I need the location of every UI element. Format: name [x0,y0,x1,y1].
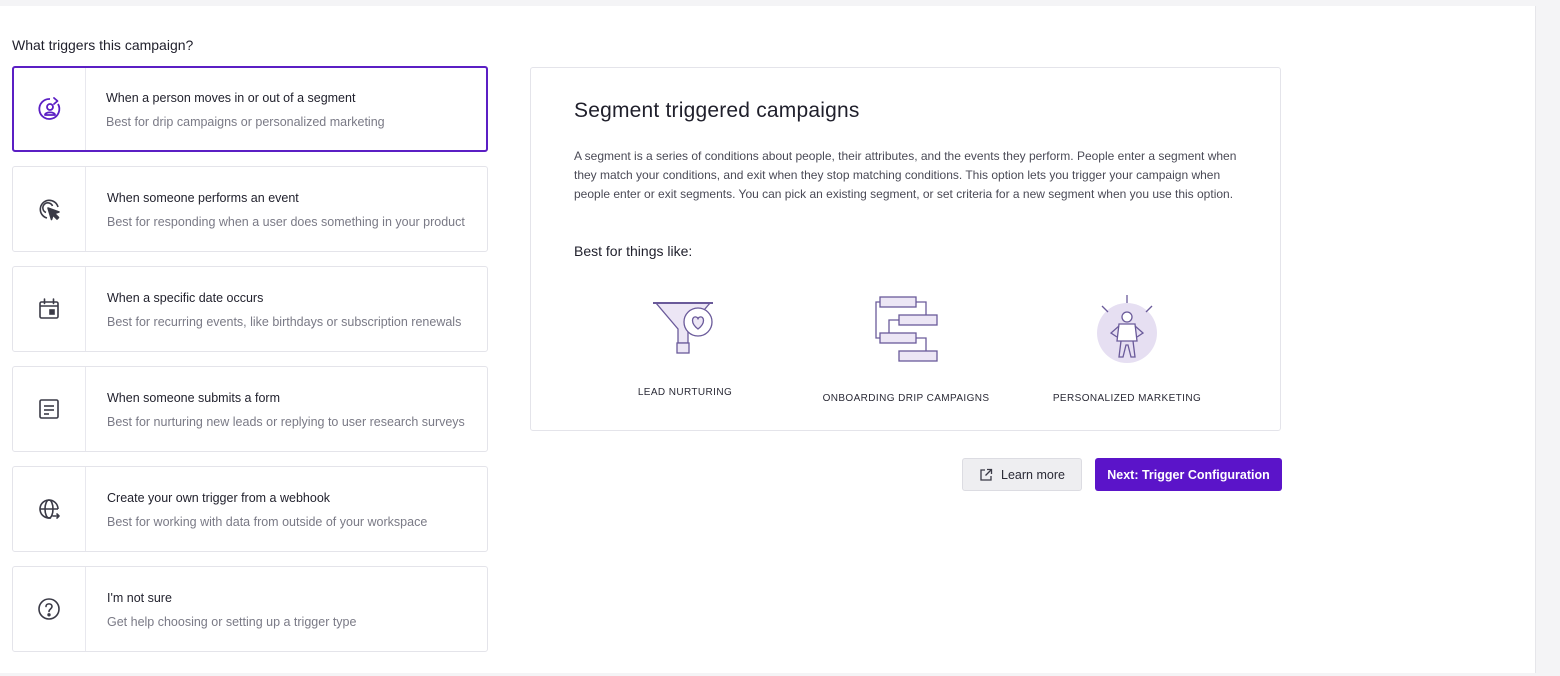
panel-description: A segment is a series of conditions abou… [574,149,1237,201]
calendar-icon [39,298,59,319]
funnel-heart-icon [653,302,713,354]
globe-webhook-icon [39,499,60,519]
option-text: Create your own trigger from a webhook B… [86,467,427,551]
trigger-question-heading: What triggers this campaign? [12,37,194,53]
option-title: Create your own trigger from a webhook [107,491,331,505]
learn-more-button[interactable]: Learn more [962,458,1082,491]
external-link-icon [980,468,993,481]
option-form[interactable]: When someone submits a form Best for nur… [12,366,488,452]
option-text: I'm not sure Get help choosing or settin… [86,567,356,651]
option-icon-cell [13,367,86,451]
option-title: When someone performs an event [107,191,299,205]
example-label: LEAD NURTURING [637,387,733,398]
option-title: When a person moves in or out of a segme… [106,91,356,105]
option-text: When a person moves in or out of a segme… [86,68,385,150]
flowchart-icon [875,296,938,362]
option-description: Get help choosing or setting up a trigge… [107,615,357,629]
option-description: Best for recurring events, like birthday… [107,315,462,329]
option-text: When someone performs an event Best for … [86,167,465,251]
option-date[interactable]: When a specific date occurs Best for rec… [12,266,488,352]
option-title: When someone submits a form [107,391,280,405]
option-text: When a specific date occurs Best for rec… [86,267,461,351]
option-segment[interactable]: When a person moves in or out of a segme… [12,66,488,152]
form-icon [39,399,59,419]
example-lead-nurturing: LEAD NURTURING [575,293,795,398]
example-personalized: PERSONALIZED MARKETING [1017,293,1237,404]
option-title: When a specific date occurs [107,291,264,305]
example-onboarding: ONBOARDING DRIP CAMPAIGNS [796,293,1016,404]
best-for-heading: Best for things like: [574,243,693,259]
person-spotlight-icon [1097,295,1157,363]
option-description: Best for drip campaigns or personalized … [106,115,385,129]
example-label: PERSONALIZED MARKETING [1052,393,1202,404]
next-trigger-configuration-button[interactable]: Next: Trigger Configuration [1095,458,1282,491]
option-icon-cell [13,267,86,351]
option-description: Best for responding when a user does som… [107,215,465,229]
learn-more-label: Learn more [1001,467,1065,482]
example-label: ONBOARDING DRIP CAMPAIGNS [822,393,990,404]
option-icon-cell [14,68,86,150]
option-not-sure[interactable]: I'm not sure Get help choosing or settin… [12,566,488,652]
segment-person-icon [38,97,60,120]
panel-title: Segment triggered campaigns [574,99,860,122]
option-description: Best for working with data from outside … [107,515,428,529]
option-icon-cell [13,567,86,651]
option-webhook[interactable]: Create your own trigger from a webhook B… [12,466,488,552]
trigger-description-panel: Segment triggered campaigns A segment is… [530,67,1281,431]
option-title: I'm not sure [107,591,172,605]
option-icon-cell [13,167,86,251]
option-icon-cell [13,467,86,551]
cursor-click-icon [39,199,60,221]
page-container: What triggers this campaign? When a pers… [0,6,1536,673]
trigger-options-list: When a person moves in or out of a segme… [12,66,488,666]
option-text: When someone submits a form Best for nur… [86,367,465,451]
option-event[interactable]: When someone performs an event Best for … [12,166,488,252]
option-description: Best for nurturing new leads or replying… [107,415,465,429]
question-circle-icon [38,598,60,620]
